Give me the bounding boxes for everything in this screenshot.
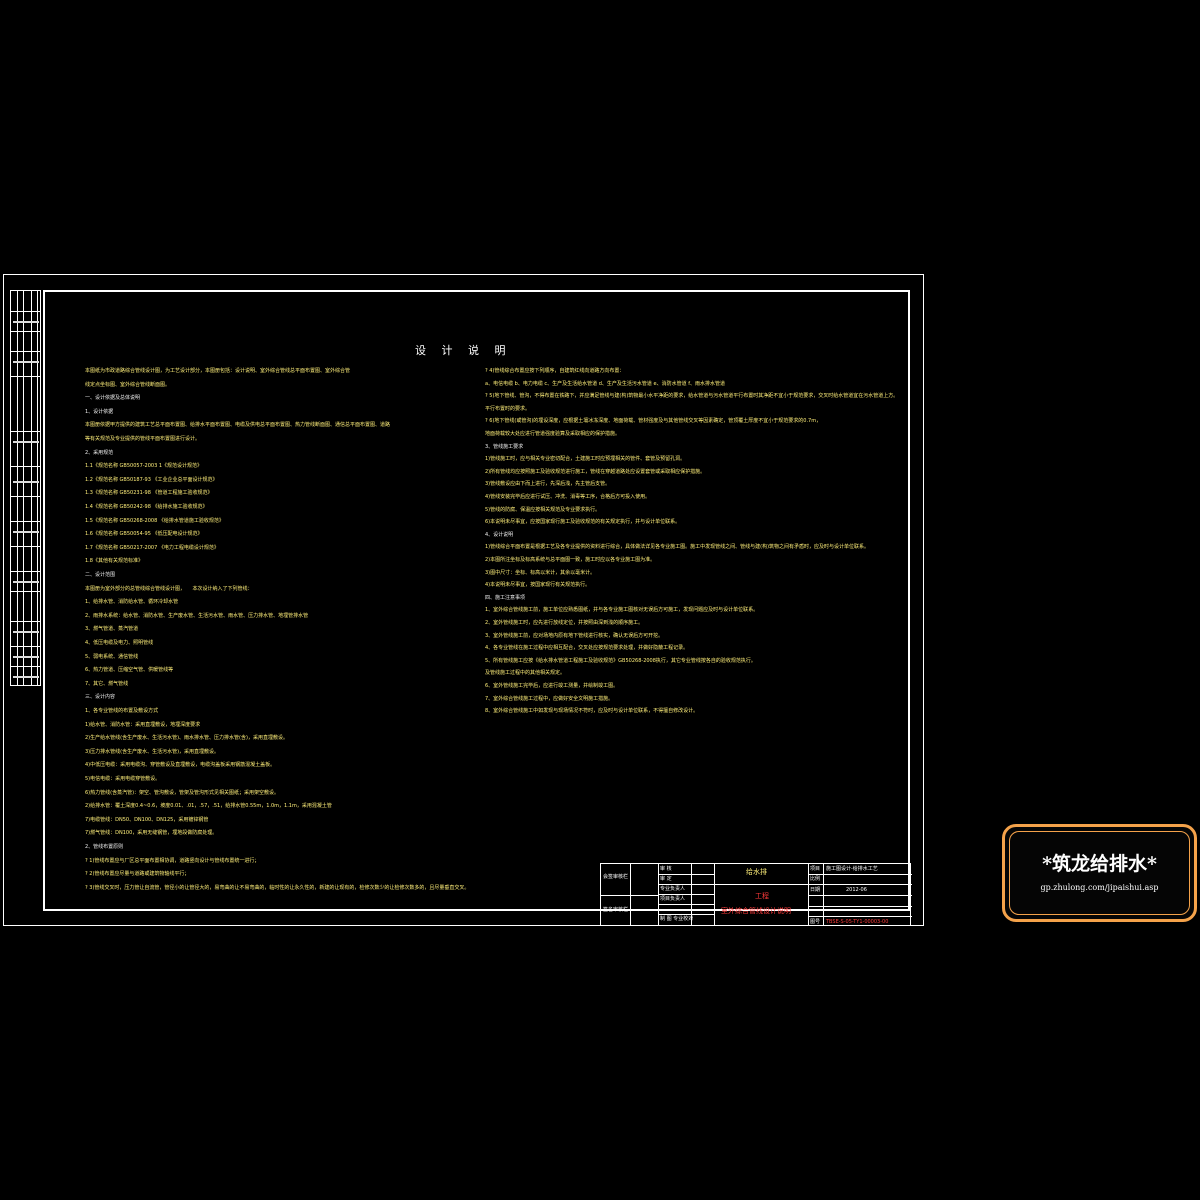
note-line: a、电信电缆 b、电力电缆 c、生产及生活给水管道 d、生产及生活污水管道 e、… (485, 380, 725, 387)
note-line: 5)电信电缆：采用电缆穿管敷设。 (85, 776, 161, 782)
note-line: 6)本说明未尽事宜，应按国家现行施工及验收规范的有关规定执行，并与设计单位联系。 (485, 519, 681, 526)
binding-margin-table (10, 290, 41, 686)
note-line: ? 4)管线综合布置应按下列顺序，自建筑红线向道路方向布置： (485, 368, 625, 374)
sign-label: 签名审核栏 (603, 907, 629, 913)
note-line: 1)给水管、消防水管：采用直埋敷设，地埋深度要求 (85, 721, 201, 728)
note-line: 2、室外管线施工时，应先进行放线定位，并按照由深到浅的顺序施工。 (485, 620, 644, 626)
note-line: 地面荷载较大处应进行管道强度验算及采取相应的保护措施。 (485, 431, 621, 437)
note-line: ? 1)管线布置应与厂区总平面布置相协调，道路竖向设计与管线布置统一进行； (85, 857, 260, 864)
title-block: 会签审核栏 签名审核栏 审 核 审 定 专业负责人 项目负责人 制 图 专业校对… (600, 863, 912, 926)
field-label: 日期 (810, 887, 821, 893)
note-line: 1.6《规范名称 GB50054-95 《低压配电设计规范》 (85, 531, 203, 538)
note-line: 2、采用规范 (85, 449, 114, 456)
note-line: 1、各专业管线的布置及敷设方式 (85, 708, 159, 714)
role-label: 审 定 (660, 876, 672, 882)
watermark-title: *筑龙给排水* (1042, 853, 1157, 875)
note-line: 平行布置时的要求。 (485, 405, 531, 412)
note-line: 6、室外管线施工完毕后，应进行竣工测量，并绘制竣工图。 (485, 683, 619, 689)
note-line: 3)压力排水管线(含生产废水、生活污水管)，采用直埋敷设。 (85, 748, 220, 755)
note-line: 二、设计范围 (85, 572, 116, 578)
note-line: 3、室外管线施工前，应对场地内原有地下管线进行核实，确认无误后方可开挖。 (485, 632, 664, 639)
field-value: 施工图设计-给排水工艺 (826, 866, 878, 872)
company-name: 给水排 (746, 868, 767, 876)
note-line: 7、其它、燃气管线 (85, 680, 129, 687)
note-line: ? 3)管线交叉时，压力管让自流管，管径小的让管径大的，易弯曲的让不易弯曲的，临… (85, 884, 470, 891)
note-line: 8、室外综合管线施工中如发现与现场情况不符时，应及时与设计单位联系，不得擅自修改… (485, 708, 699, 715)
field-value: TBSE-S-05-TY1-00003-00 (826, 919, 889, 925)
note-line: 7、室外综合管线施工过程中，应做好安全文明施工措施。 (485, 695, 614, 702)
note-line: 1.7《规范名称 GB50217-2007 《电力工程电缆设计规范》 (85, 544, 219, 551)
note-line: 本图纸为市政道路综合管线设计图，为工艺设计部分，本图册包括：设计说明、室外综合管… (85, 368, 351, 374)
note-line: 6、热力管道、压缩空气管、供暖管线等 (85, 667, 174, 674)
note-line: 1.2《规范名称 GB50187-93 《工业企业总平面设计规范》 (85, 476, 218, 483)
note-line: 7)电缆管线：DN50、DN100、DN125，采用镀锌钢管 (85, 816, 209, 823)
note-line: 2、雨排水系统：给水管、消防水管、生产废水管、生活污水管、雨水管、压力排水管、地… (85, 612, 309, 619)
note-line: 2)生产给水管线(含生产废水、生活污水管)、雨水排水管、压力排水管(含)，采用直… (85, 735, 288, 742)
note-line: 4)管线安装完毕后应进行试压、冲洗、消毒等工序，合格后方可投入使用。 (485, 494, 651, 500)
note-line: 1、给排水管、消防给水管、循环冷却水管 (85, 599, 179, 606)
note-line: 本图册为室外部分的总管线综合管线设计图， 本次设计纳入了下列管线： (85, 585, 253, 592)
note-line: 1.1《规范名称 GB50057-2003 1《规范设计规范》 (85, 463, 203, 470)
note-line: 5、所有管线施工应按《给水排水管道工程施工及验收规范》GB50268-2008执… (485, 657, 756, 664)
note-line: 1.3《规范名称 GB50231-98 《管道工程施工验收规范》 (85, 490, 213, 497)
note-line: 4)中低压电缆：采用电缆沟、穿管敷设及直埋敷设，电缆沟盖板采用钢筋混凝土盖板。 (85, 762, 276, 769)
field-label: 项目 (810, 866, 821, 872)
note-line: 4)本说明未尽事宜，按国家现行有关规范执行。 (485, 582, 591, 589)
note-line: 3)管线敷设应由下而上进行，先深后浅，先主管后支管。 (485, 481, 611, 488)
note-line: 2)本图所注坐标及标高系统与总平面图一致，施工时应以各专业施工图为准。 (485, 557, 656, 563)
field-label: 图号 (810, 919, 821, 925)
note-line: 4、低压电缆及电力、照明管线 (85, 640, 154, 646)
watermark-url: gp.zhulong.com/jipaishui.asp (1040, 883, 1159, 892)
note-line: 1、设计依据 (85, 408, 114, 415)
note-line: 4、各专业管线在施工过程中应相互配合，交叉处应按规范要求处理，并做好隐蔽工程记录… (485, 645, 689, 652)
field-value: 2012-06 (846, 887, 867, 893)
note-line: 3、燃气管道、蒸汽管道 (85, 626, 139, 633)
note-line: 6)热力管线(含蒸汽管)：架空、管沟敷设，管架及管沟形式见相关图纸；采用架空敷设… (85, 789, 280, 796)
note-line: 2、管线布置原则 (85, 844, 124, 850)
role-label: 制 图 专业校对 (660, 916, 694, 922)
note-line: 1.8《其他有关规范标准》 (85, 558, 143, 565)
note-line: 四、施工注意事项 (485, 594, 526, 601)
note-line: 1、室外综合管线施工前，施工单位应熟悉图纸，并与各专业施工图核对无误后方可施工，… (485, 607, 759, 614)
note-line: 1)管线施工时，应与相关专业密切配合，土建施工时应预埋相关的管件、套管及预留孔洞… (485, 456, 686, 463)
review-label: 会签审核栏 (603, 874, 629, 880)
note-line: 1)管线综合平面布置是根据工艺及各专业提供的资料进行综合，具体做法详见各专业施工… (485, 544, 870, 551)
watermark-logo: *筑龙给排水* gp.zhulong.com/jipaishui.asp (1002, 824, 1197, 922)
drawing-frame: 设 计 说 明 本图纸为市政道路综合管线设计图，为工艺设计部分，本图册包括：设计… (43, 290, 912, 926)
note-line: 2)给排水管：覆土深度0.4~0.6，坡度0.01、.01，.57，.51，给排… (85, 803, 332, 810)
note-line: 三、设计内容 (85, 694, 116, 701)
note-line: 1.5《规范名称 GB50268-2008 《给排水管道施工验收规范》 (85, 517, 224, 524)
role-label: 项目负责人 (660, 896, 686, 902)
note-line: 等有关规范及专业提供的管线平面布置图进行设计。 (85, 436, 201, 442)
drawing-title: 设 计 说 明 (415, 344, 512, 357)
note-line: 线定点坐标图、室外综合管线断面图。 (85, 381, 171, 388)
note-line: 5)管线的防腐、保温应按相关规范及专业要求执行。 (485, 506, 601, 513)
project-name: 工程 (755, 892, 769, 900)
field-label: 比例 (810, 876, 821, 882)
note-line: 3)图中尺寸：坐标、标高以米计，其余以毫米计。 (485, 569, 596, 576)
role-label: 专业负责人 (660, 886, 686, 892)
drawing-name: 室外综合管线设计说明 (721, 907, 791, 915)
note-line: 5、弱电系统、通信管线 (85, 653, 139, 660)
note-line: 2)所有管线均应按照施工及验收规范进行施工，管线在穿越道路处应设置套管或采取相应… (485, 468, 706, 475)
note-line: 本图册依据甲方提供的建筑工艺总平面布置图、给排水平面布置图、电缆及供电总平面布置… (85, 422, 391, 429)
note-line: 4、设计说明 (485, 531, 514, 538)
note-line: 7)燃气管线：DN100，采用无缝钢管，埋地段做防腐处理。 (85, 830, 218, 837)
drawing-sheet: 设 计 说 明 本图纸为市政道路综合管线设计图，为工艺设计部分，本图册包括：设计… (3, 274, 924, 926)
note-line: ? 5)地下管线、管沟，不得布置在铁路下，并应满足管线与建(构)筑物最小水平净距… (485, 393, 899, 400)
note-line: ? 6)地下管线(或管沟)的埋设深度，应根据土壤冰冻深度、地面荷载、管材强度及与… (485, 418, 822, 425)
note-line: 3、管线施工要求 (485, 443, 524, 450)
note-line: 及管线施工过程中的其他相关规定。 (485, 670, 566, 677)
role-label: 审 核 (660, 866, 672, 872)
note-line: ? 2)管线布置应尽量与道路或建筑物轴线平行； (85, 871, 190, 878)
note-line: 1.4《规范名称 GB50242-98 《给排水施工验收规范》 (85, 504, 208, 510)
note-line: 一、设计依据及总体说明 (85, 395, 141, 402)
